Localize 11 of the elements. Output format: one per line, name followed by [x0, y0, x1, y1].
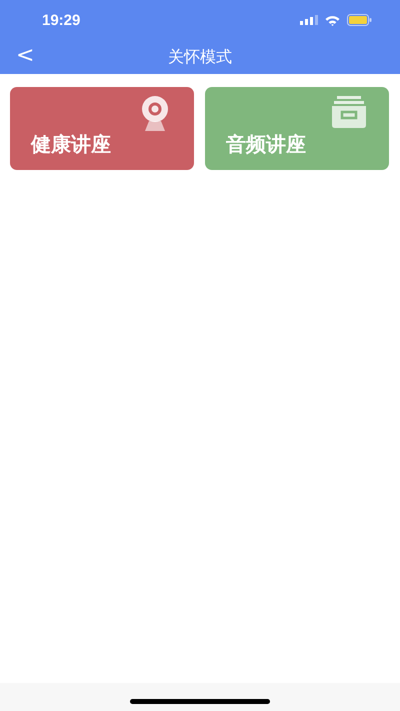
page-title: 关怀模式: [168, 46, 232, 68]
status-time: 19:29: [42, 12, 80, 28]
battery-icon: [347, 14, 372, 26]
wifi-icon: [325, 14, 340, 26]
back-button[interactable]: <: [12, 44, 38, 68]
archive-icon: [331, 95, 367, 129]
signal-icon: [300, 15, 318, 25]
card-label: 音频讲座: [226, 131, 306, 158]
card-label: 健康讲座: [31, 131, 111, 158]
category-card[interactable]: 健康讲座: [10, 87, 194, 170]
category-card[interactable]: 音频讲座: [205, 87, 389, 170]
